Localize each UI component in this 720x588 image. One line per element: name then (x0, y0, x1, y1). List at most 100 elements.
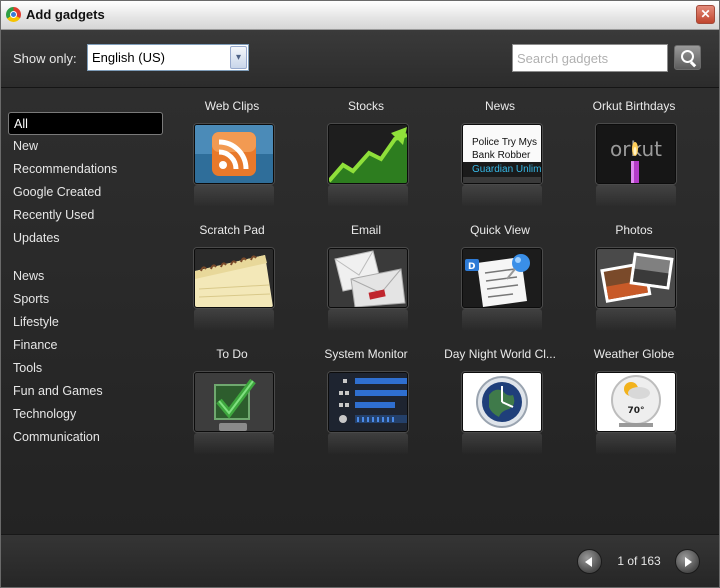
gadget-title: Stocks (347, 99, 384, 113)
gadget-title: Quick View (470, 223, 530, 237)
news-line-3: Guardian Unlim (472, 164, 541, 175)
thumbnail-reflection (462, 185, 542, 207)
search-button[interactable] (674, 45, 701, 70)
gadget-thumbnail (328, 372, 408, 432)
gadget-thumbnail (194, 248, 274, 308)
category-tools[interactable]: Tools (8, 357, 163, 380)
gadget-title: Photos (615, 223, 653, 237)
page-indicator: 1 of 163 (617, 554, 661, 568)
gadget-title: To Do (216, 347, 248, 361)
thumbnail-reflection (596, 433, 676, 455)
gadget-thumbnail (194, 124, 274, 184)
gadget-stocks[interactable]: Stocks (301, 88, 431, 208)
next-page-button[interactable] (675, 549, 700, 574)
weather-temperature: 70° (627, 406, 644, 416)
gadget-thumbnail: 70° (596, 372, 676, 432)
title-bar: Add gadgets ✕ (1, 1, 719, 30)
gadget-thumbnail (328, 248, 408, 308)
gadget-title: System Monitor (324, 347, 408, 361)
thumbnail-reflection (596, 309, 676, 331)
show-only-label: Show only: (13, 51, 77, 66)
gadget-title: Scratch Pad (199, 223, 265, 237)
gadget-photos[interactable]: Photos (569, 212, 699, 332)
category-sports[interactable]: Sports (8, 288, 163, 311)
add-gadgets-dialog: Add gadgets ✕ Show only: English (US) ▾ … (0, 0, 720, 588)
gadget-news[interactable]: News Police Try Mys Bank Robber Guardian… (435, 88, 565, 208)
news-headline-icon: Police Try Mys Bank Robber Guardian Unli… (463, 125, 541, 183)
stock-chart-icon (329, 125, 407, 183)
gadget-weather-globe[interactable]: Weather Globe 70° (569, 336, 699, 456)
gadget-thumbnail: Police Try Mys Bank Robber Guardian Unli… (462, 124, 542, 184)
weather-globe-icon: 70° (597, 373, 675, 431)
thumbnail-reflection (328, 309, 408, 331)
category-news[interactable]: News (8, 265, 163, 288)
gadget-day-night-world-clock[interactable]: Day Night World Cl... (435, 336, 565, 456)
gadget-thumbnail: orkut (596, 124, 676, 184)
search-icon (681, 50, 694, 63)
category-communication[interactable]: Communication (8, 426, 163, 449)
category-sidebar: All New Recommendations Google Created R… (8, 112, 163, 449)
pinned-doc-icon: D (463, 249, 541, 307)
checkmark-icon (195, 373, 273, 431)
gadget-web-clips[interactable]: Web Clips (167, 88, 297, 208)
category-finance[interactable]: Finance (8, 334, 163, 357)
gadget-scratch-pad[interactable]: Scratch Pad (167, 212, 297, 332)
category-separator (8, 250, 163, 265)
category-fun-and-games[interactable]: Fun and Games (8, 380, 163, 403)
news-line-1: Police Try Mys (472, 137, 537, 148)
category-technology[interactable]: Technology (8, 403, 163, 426)
svg-text:D: D (468, 262, 475, 272)
google-gadgets-logo-icon (6, 7, 21, 22)
language-select[interactable]: English (US) ▾ (87, 44, 249, 71)
thumbnail-reflection (194, 185, 274, 207)
rss-icon (195, 125, 273, 183)
gadget-thumbnail (596, 248, 676, 308)
orkut-candle-icon: orkut (597, 125, 675, 183)
thumbnail-reflection (462, 433, 542, 455)
category-google-created[interactable]: Google Created (8, 181, 163, 204)
window-title: Add gadgets (26, 7, 105, 22)
gadget-thumbnail (462, 372, 542, 432)
gadget-title: Day Night World Cl... (444, 347, 556, 361)
thumbnail-reflection (194, 309, 274, 331)
category-updates[interactable]: Updates (8, 227, 163, 250)
pagination-bar: 1 of 163 (1, 534, 719, 587)
thumbnail-reflection (596, 185, 676, 207)
gadget-thumbnail (328, 124, 408, 184)
gadget-to-do[interactable]: To Do (167, 336, 297, 456)
gadget-title: News (484, 99, 515, 113)
gadget-title: Email (350, 223, 381, 237)
gadget-title: Orkut Birthdays (592, 99, 676, 113)
news-line-2: Bank Robber (472, 150, 531, 161)
dropdown-arrow-icon[interactable]: ▾ (230, 46, 247, 69)
search-input[interactable] (512, 44, 668, 72)
gadget-thumbnail: D (462, 248, 542, 308)
category-lifestyle[interactable]: Lifestyle (8, 311, 163, 334)
envelope-icon (329, 249, 407, 307)
language-select-value: English (US) (92, 50, 165, 65)
system-monitor-icon (329, 373, 407, 431)
category-recommendations[interactable]: Recommendations (8, 158, 163, 181)
gadget-email[interactable]: Email (301, 212, 431, 332)
thumbnail-reflection (328, 433, 408, 455)
gadget-title: Weather Globe (593, 347, 675, 361)
category-all[interactable]: All (8, 112, 163, 135)
category-recently-used[interactable]: Recently Used (8, 204, 163, 227)
gadget-grid: Web Clips Stocks News Police Try Mys Ban… (165, 88, 705, 534)
previous-page-button[interactable] (577, 549, 602, 574)
gadget-quick-view[interactable]: Quick View D (435, 212, 565, 332)
gadget-system-monitor[interactable]: System Monitor (301, 336, 431, 456)
thumbnail-reflection (328, 185, 408, 207)
category-new[interactable]: New (8, 135, 163, 158)
filter-bar: Show only: English (US) ▾ (1, 30, 719, 88)
thumbnail-reflection (462, 309, 542, 331)
world-clock-icon (463, 373, 541, 431)
notepad-icon (195, 249, 273, 307)
thumbnail-reflection (194, 433, 274, 455)
gadget-orkut-birthdays[interactable]: Orkut Birthdays orkut (569, 88, 699, 208)
gadget-thumbnail (194, 372, 274, 432)
close-button[interactable]: ✕ (696, 5, 715, 24)
photos-icon (597, 249, 675, 307)
content-area: All New Recommendations Google Created R… (1, 88, 719, 534)
gadget-title: Web Clips (204, 99, 260, 113)
